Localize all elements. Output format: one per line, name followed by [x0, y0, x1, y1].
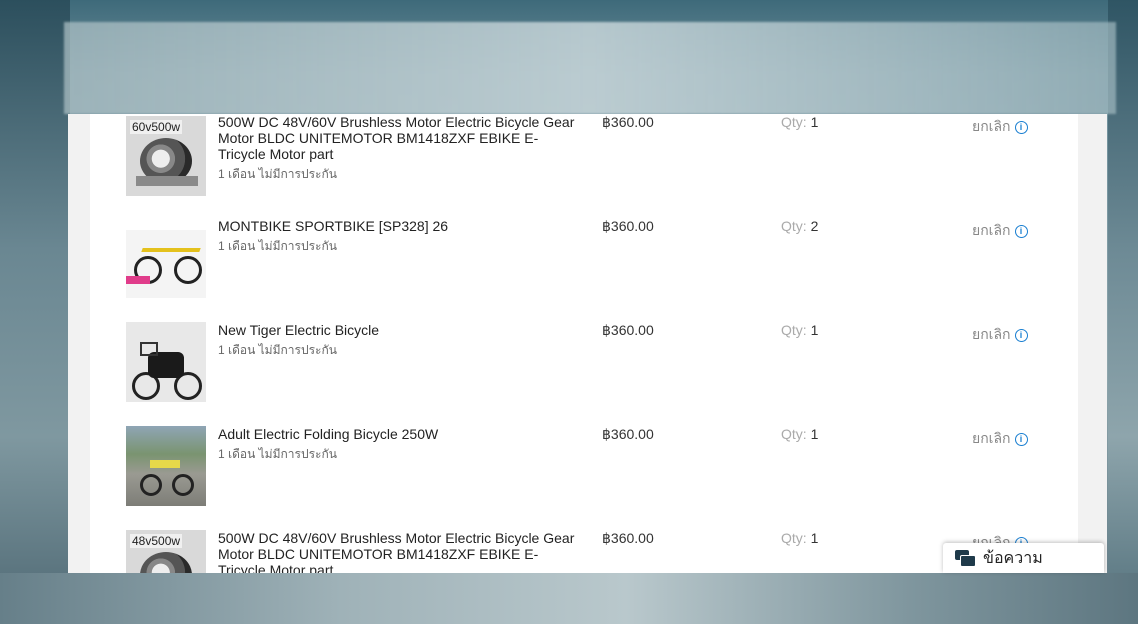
cancel-button[interactable]: ยกเลิกi [972, 428, 1028, 450]
quantity: Qty: 1 [781, 426, 818, 442]
image-variant-tag: 48v500w [130, 534, 183, 548]
product-price: ฿360.00 [602, 426, 654, 442]
qty-label: Qty: [781, 114, 807, 130]
product-title[interactable]: 500W DC 48V/60V Brushless Motor Electric… [218, 530, 578, 573]
product-price: ฿360.00 [602, 530, 654, 546]
product-price: ฿360.00 [602, 114, 654, 130]
motor-base [136, 176, 198, 186]
warranty-text: 1 เดือน ไม่มีการประกัน [218, 167, 337, 181]
list-item: 60v500w 500W DC 48V/60V Brushless Motor … [90, 114, 1078, 218]
background-bottom [0, 573, 1138, 624]
bike-wheel [172, 474, 194, 496]
list-item: New Tiger Electric Bicycle 1 เดือน ไม่มี… [90, 322, 1078, 426]
qty-value: 1 [810, 114, 819, 130]
product-image[interactable] [126, 426, 206, 506]
motor-image [140, 552, 192, 573]
product-title[interactable]: 500W DC 48V/60V Brushless Motor Electric… [218, 114, 578, 162]
image-banner [126, 218, 206, 230]
cancel-button[interactable]: ยกเลิกi [972, 220, 1028, 242]
qty-value: 1 [810, 426, 819, 442]
info-icon[interactable]: i [1014, 224, 1028, 238]
order-items-panel: 60v500w 500W DC 48V/60V Brushless Motor … [68, 114, 1107, 573]
qty-label: Qty: [781, 218, 807, 234]
product-image[interactable]: 48v500w [126, 530, 206, 573]
promo-badge [126, 276, 150, 284]
info-icon[interactable]: i [1014, 432, 1028, 446]
warranty-text: 1 เดือน ไม่มีการประกัน [218, 239, 337, 253]
image-variant-tag: 60v500w [130, 120, 183, 134]
product-price: ฿360.00 [602, 218, 654, 234]
warranty-text: 1 เดือน ไม่มีการประกัน [218, 343, 337, 357]
qty-value: 2 [810, 218, 819, 234]
qty-value: 1 [810, 322, 819, 338]
cancel-label: ยกเลิก [972, 222, 1011, 238]
info-icon[interactable]: i [1014, 120, 1028, 134]
scooter-basket [140, 342, 158, 356]
product-image[interactable]: 60v500w [126, 116, 206, 196]
quantity: Qty: 1 [781, 530, 818, 546]
qty-label: Qty: [781, 322, 807, 338]
cancel-label: ยกเลิก [972, 326, 1011, 342]
chat-button[interactable]: ข้อความ [943, 543, 1104, 573]
folding-bike-frame [150, 460, 180, 468]
product-title[interactable]: New Tiger Electric Bicycle [218, 322, 578, 338]
blurred-header-overlay [64, 22, 1116, 114]
product-price: ฿360.00 [602, 322, 654, 338]
background-left [0, 0, 70, 624]
product-image[interactable] [126, 322, 206, 402]
info-icon[interactable]: i [1014, 328, 1028, 342]
list-item: Adult Electric Folding Bicycle 250W 1 เด… [90, 426, 1078, 530]
list-item: 48v500w 500W DC 48V/60V Brushless Motor … [90, 530, 1078, 573]
bike-wheel [140, 474, 162, 496]
chat-bubbles-icon [955, 550, 976, 567]
product-image[interactable] [126, 218, 206, 298]
qty-label: Qty: [781, 426, 807, 442]
cancel-label: ยกเลิก [972, 430, 1011, 446]
warranty-text: 1 เดือน ไม่มีการประกัน [218, 447, 337, 461]
order-items-list: 60v500w 500W DC 48V/60V Brushless Motor … [90, 114, 1078, 573]
cancel-button[interactable]: ยกเลิกi [972, 324, 1028, 346]
quantity: Qty: 1 [781, 322, 818, 338]
cancel-label: ยกเลิก [972, 118, 1011, 134]
qty-label: Qty: [781, 530, 807, 546]
product-title[interactable]: Adult Electric Folding Bicycle 250W [218, 426, 578, 442]
qty-value: 1 [810, 530, 819, 546]
quantity: Qty: 2 [781, 218, 818, 234]
cancel-button[interactable]: ยกเลิกi [972, 116, 1028, 138]
bike-wheel [174, 256, 202, 284]
quantity: Qty: 1 [781, 114, 818, 130]
list-item: MONTBIKE SPORTBIKE [SP328] 26 1 เดือน ไม… [90, 218, 1078, 322]
chat-label: ข้อความ [983, 549, 1043, 567]
product-title[interactable]: MONTBIKE SPORTBIKE [SP328] 26 [218, 218, 578, 234]
